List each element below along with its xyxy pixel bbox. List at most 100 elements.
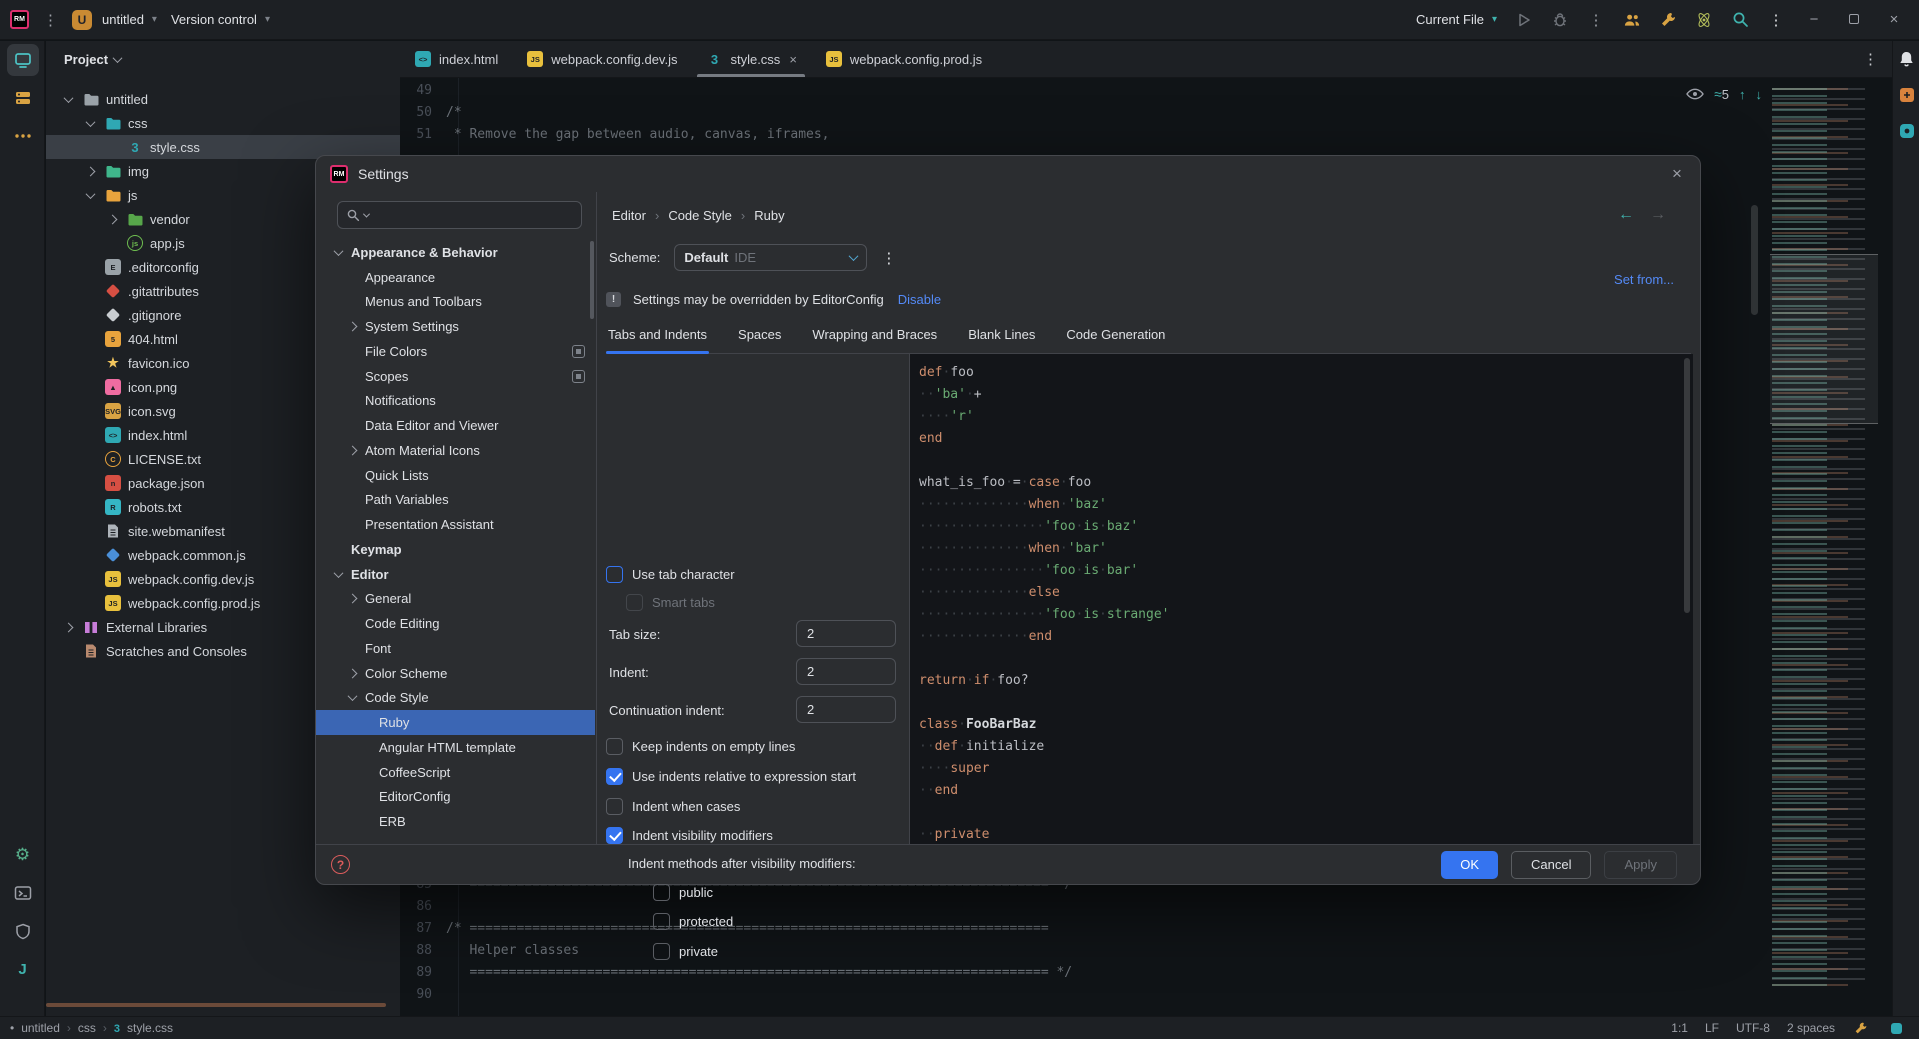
chevron-right-icon[interactable] xyxy=(104,216,120,223)
breadcrumb-item-code-style[interactable]: Code Style xyxy=(668,208,732,223)
status-widget-lf[interactable]: LF xyxy=(1705,1021,1719,1035)
checkbox-keep-indents-on-empty-lines[interactable] xyxy=(606,738,623,755)
settings-item-angular-html-template[interactable]: Angular HTML template xyxy=(316,735,595,760)
checkbox-use-tab-character[interactable] xyxy=(606,566,623,583)
status-teal-icon[interactable] xyxy=(1887,1019,1905,1037)
project-widget[interactable]: U untitled ▾ xyxy=(72,10,157,30)
checkbox-use-indents-relative-to-expression-start[interactable] xyxy=(606,768,623,785)
status-widget-1-1[interactable]: 1:1 xyxy=(1671,1021,1688,1035)
checkbox-indent-when-cases[interactable] xyxy=(606,798,623,815)
debug-icon[interactable] xyxy=(1551,11,1569,29)
settings-sync-icon[interactable]: ⚙ xyxy=(7,839,39,871)
tab-tabs-and-indents[interactable]: Tabs and Indents xyxy=(606,320,709,353)
chevron-down-icon[interactable] xyxy=(60,96,76,103)
close-window-button[interactable]: × xyxy=(1883,11,1905,28)
tab-wrapping-and-braces[interactable]: Wrapping and Braces xyxy=(810,320,939,353)
tab-blank-lines[interactable]: Blank Lines xyxy=(966,320,1037,353)
main-menu-icon[interactable]: ⋮ xyxy=(43,11,58,29)
editor-tab-webpack-config-dev-js[interactable]: JSwebpack.config.dev.js xyxy=(512,41,691,77)
cancel-button[interactable]: Cancel xyxy=(1511,851,1591,879)
checkbox-row-protected[interactable]: protected xyxy=(653,909,733,933)
settings-item-scopes[interactable]: Scopes xyxy=(316,364,595,389)
editor-tab-style-css[interactable]: 3style.css× xyxy=(691,41,810,77)
settings-item-atom-material-icons[interactable]: Atom Material Icons xyxy=(316,438,595,463)
chevron-right-icon[interactable] xyxy=(344,670,360,677)
settings-item-menus-and-toolbars[interactable]: Menus and Toolbars xyxy=(316,290,595,315)
checkbox-row-keep-indents-on-empty-lines[interactable]: Keep indents on empty lines xyxy=(606,734,795,758)
scheme-actions-kebab-icon[interactable]: ⋮ xyxy=(881,249,896,267)
settings-search-input[interactable] xyxy=(373,208,553,223)
help-button[interactable]: ? xyxy=(331,855,350,874)
status-widget-utf-8[interactable]: UTF-8 xyxy=(1736,1021,1770,1035)
settings-item-data-editor-and-viewer[interactable]: Data Editor and Viewer xyxy=(316,413,595,438)
chevron-right-icon[interactable] xyxy=(344,323,360,330)
quick-tools-icon[interactable] xyxy=(1659,11,1677,29)
settings-item-presentation-assistant[interactable]: Presentation Assistant xyxy=(316,512,595,537)
settings-item-ruby[interactable]: Ruby xyxy=(316,710,595,735)
settings-item-keymap[interactable]: Keymap xyxy=(316,537,595,562)
tree-item-css[interactable]: css xyxy=(46,111,400,135)
search-everywhere-icon[interactable] xyxy=(1731,11,1749,29)
settings-item-appearance-behavior[interactable]: Appearance & Behavior xyxy=(316,240,595,265)
settings-item-editorconfig[interactable]: EditorConfig xyxy=(316,785,595,810)
settings-item-notifications[interactable]: Notifications xyxy=(316,389,595,414)
settings-tree-scrollbar[interactable] xyxy=(590,241,594,319)
project-tool-icon[interactable] xyxy=(7,44,39,76)
close-dialog-button[interactable]: × xyxy=(1666,163,1688,185)
run-configuration-selector[interactable]: Current File ▾ xyxy=(1416,12,1497,27)
run-icon[interactable] xyxy=(1515,11,1533,29)
breadcrumb-item-editor[interactable]: Editor xyxy=(612,208,646,223)
settings-item-color-scheme[interactable]: Color Scheme xyxy=(316,661,595,686)
chevron-down-icon[interactable] xyxy=(344,694,360,701)
apply-button[interactable]: Apply xyxy=(1604,851,1677,879)
checkbox-row-use-indents-relative-to-expression-start[interactable]: Use indents relative to expression start xyxy=(606,764,856,788)
set-from-link[interactable]: Set from... xyxy=(1614,272,1674,287)
settings-item-appearance[interactable]: Appearance xyxy=(316,265,595,290)
more-tool-windows-icon[interactable] xyxy=(7,120,39,152)
ok-button[interactable]: OK xyxy=(1441,851,1498,879)
atom-plugin-icon[interactable] xyxy=(1695,11,1713,29)
checkbox-row-indent-when-cases[interactable]: Indent when cases xyxy=(606,794,740,818)
tab-spaces[interactable]: Spaces xyxy=(736,320,783,353)
settings-search-box[interactable] xyxy=(337,201,582,229)
checkbox-smart-tabs[interactable] xyxy=(626,594,643,611)
status-widget-2-spaces[interactable]: 2 spaces xyxy=(1787,1021,1835,1035)
back-arrow-icon[interactable]: ← xyxy=(1618,206,1634,224)
breadcrumb-item-ruby[interactable]: Ruby xyxy=(754,208,784,223)
main-kebab-icon[interactable]: ⋮ xyxy=(1767,11,1785,29)
chevron-down-icon[interactable] xyxy=(82,192,98,199)
next-problem-arrow-icon[interactable]: ↓ xyxy=(1756,87,1763,102)
notifications-icon[interactable] xyxy=(1893,43,1919,75)
minimize-button[interactable]: − xyxy=(1803,11,1825,28)
settings-item-system-settings[interactable]: System Settings xyxy=(316,314,595,339)
input-indent[interactable]: 2 xyxy=(796,658,896,685)
checkbox-private[interactable] xyxy=(653,943,670,960)
chevron-down-icon[interactable] xyxy=(330,571,346,578)
settings-item-general[interactable]: General xyxy=(316,587,595,612)
prev-problem-arrow-icon[interactable]: ↑ xyxy=(1739,87,1746,102)
status-breadcrumb-item[interactable]: css xyxy=(78,1021,96,1035)
scheme-dropdown[interactable]: Default IDE xyxy=(674,244,867,271)
disable-link[interactable]: Disable xyxy=(898,292,941,307)
close-tab-icon[interactable]: × xyxy=(789,52,797,67)
preview-scrollbar[interactable] xyxy=(1684,358,1690,613)
editor-tab-index-html[interactable]: <>index.html xyxy=(400,41,512,77)
terminal-tool-icon[interactable] xyxy=(7,877,39,909)
input-continuation-indent[interactable]: 2 xyxy=(796,696,896,723)
search-options-chevron-icon[interactable] xyxy=(363,210,370,217)
chevron-right-icon[interactable] xyxy=(60,624,76,631)
settings-item-quick-lists[interactable]: Quick Lists xyxy=(316,463,595,488)
forward-arrow-icon[interactable]: → xyxy=(1650,206,1666,224)
settings-item-coffeescript[interactable]: CoffeeScript xyxy=(316,760,595,785)
services-tool-icon[interactable]: J xyxy=(7,953,39,985)
settings-item-path-variables[interactable]: Path Variables xyxy=(316,488,595,513)
editor-tab-webpack-config-prod-js[interactable]: JSwebpack.config.prod.js xyxy=(811,41,996,77)
editor-scrollbar[interactable] xyxy=(1751,205,1758,315)
commit-tool-icon[interactable] xyxy=(7,82,39,114)
settings-item-erb[interactable]: ERB xyxy=(316,809,595,834)
code-with-me-icon[interactable] xyxy=(1623,11,1641,29)
inspections-summary[interactable]: ≈5 xyxy=(1714,86,1729,102)
minimap[interactable] xyxy=(1772,88,1878,988)
settings-item-code-editing[interactable]: Code Editing xyxy=(316,611,595,636)
chevron-right-icon[interactable] xyxy=(344,595,360,602)
